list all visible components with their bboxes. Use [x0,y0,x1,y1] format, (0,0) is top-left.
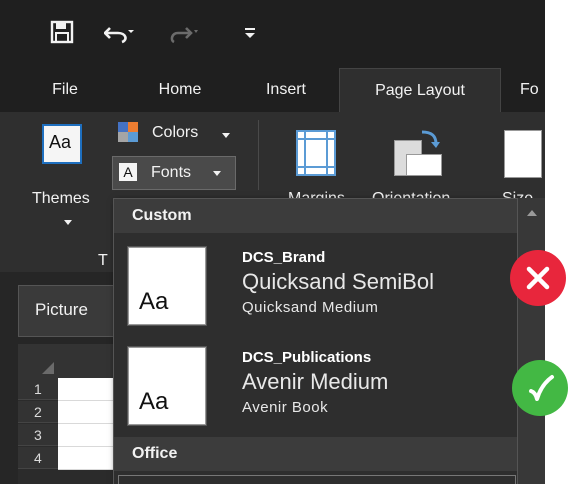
tab-formulas[interactable]: Fo [520,68,545,112]
tab-home[interactable]: Home [130,68,230,112]
save-icon[interactable] [50,16,74,48]
section-header-office: Office [114,437,520,471]
undo-icon[interactable] [104,16,134,48]
themes-icon: Aa [42,124,82,164]
dropdown-scrollbar[interactable] [517,198,545,484]
font-preview-text: Aa [139,288,169,315]
tab-page-layout[interactable]: Page Layout [339,68,501,113]
themes-button[interactable]: Aa Themes T [30,120,114,269]
themes-icon-text: Aa [49,132,72,152]
name-box-value: Picture [35,300,88,319]
ribbon-separator [258,120,259,190]
font-preview-thumbnail: Aa [128,247,206,325]
body-font-name: Avenir Book [242,399,329,416]
section-header-custom: Custom [114,199,520,233]
orientation-button[interactable]: Orientation [372,118,482,207]
redo-icon[interactable] [168,16,198,48]
font-preview-thumbnail: Aa [128,347,206,425]
quick-access-toolbar [0,0,545,68]
font-theme-item-dcs-brand[interactable]: Aa DCS_Brand Quicksand SemiBol Quicksand… [114,235,520,335]
column-header-a[interactable] [58,344,118,378]
margins-button[interactable]: Margins [272,118,372,207]
grid-cell[interactable] [58,401,118,424]
select-all-corner[interactable] [18,344,58,378]
fonts-dropdown-menu: Custom Aa DCS_Brand Quicksand SemiBol Qu… [113,198,521,484]
themes-label: Themes [32,190,90,207]
customize-qat-icon[interactable] [244,16,256,48]
font-theme-name: DCS_Brand [242,249,326,266]
tab-file[interactable]: File [30,68,100,112]
size-icon [504,130,542,178]
font-theme-name: DCS_Publications [242,349,372,366]
grid-cell[interactable] [58,424,118,447]
row-header[interactable]: 1 [18,378,58,400]
colors-dropdown-icon [222,133,230,138]
fonts-label: Fonts [151,164,192,181]
themes-dropdown-icon [64,220,72,225]
colors-button[interactable]: Colors [118,120,248,148]
fonts-icon: A [119,163,137,181]
office-section-body [118,475,516,484]
excel-window: File Home Insert Page Layout Fo Aa Theme… [0,0,545,484]
row-header[interactable]: 3 [18,424,58,446]
orientation-icon [394,130,442,176]
fonts-dropdown-icon [213,171,221,176]
grid-cell[interactable] [58,378,118,401]
body-font-name: Quicksand Medium [242,299,379,316]
row-header[interactable]: 4 [18,447,58,469]
tab-insert[interactable]: Insert [246,68,326,112]
colors-label: Colors [152,124,199,141]
size-button[interactable]: Size [494,118,545,207]
font-theme-item-dcs-publications[interactable]: Aa DCS_Publications Avenir Medium Avenir… [114,335,520,435]
heading-font-name: Quicksand SemiBol [242,269,434,294]
font-preview-text: Aa [139,388,169,415]
fonts-button[interactable]: A Fonts [112,156,236,190]
margins-icon [296,130,336,176]
x-mark-icon [510,250,566,306]
grid-cell[interactable] [58,447,118,470]
name-box[interactable]: Picture [18,285,120,337]
ribbon-tabs: File Home Insert Page Layout Fo [0,68,545,113]
themes-group-label: T [98,252,108,269]
heading-font-name: Avenir Medium [242,369,389,394]
scroll-up-icon[interactable] [527,210,537,216]
colors-icon [118,122,138,142]
row-header[interactable]: 2 [18,401,58,423]
check-mark-icon [512,360,568,416]
